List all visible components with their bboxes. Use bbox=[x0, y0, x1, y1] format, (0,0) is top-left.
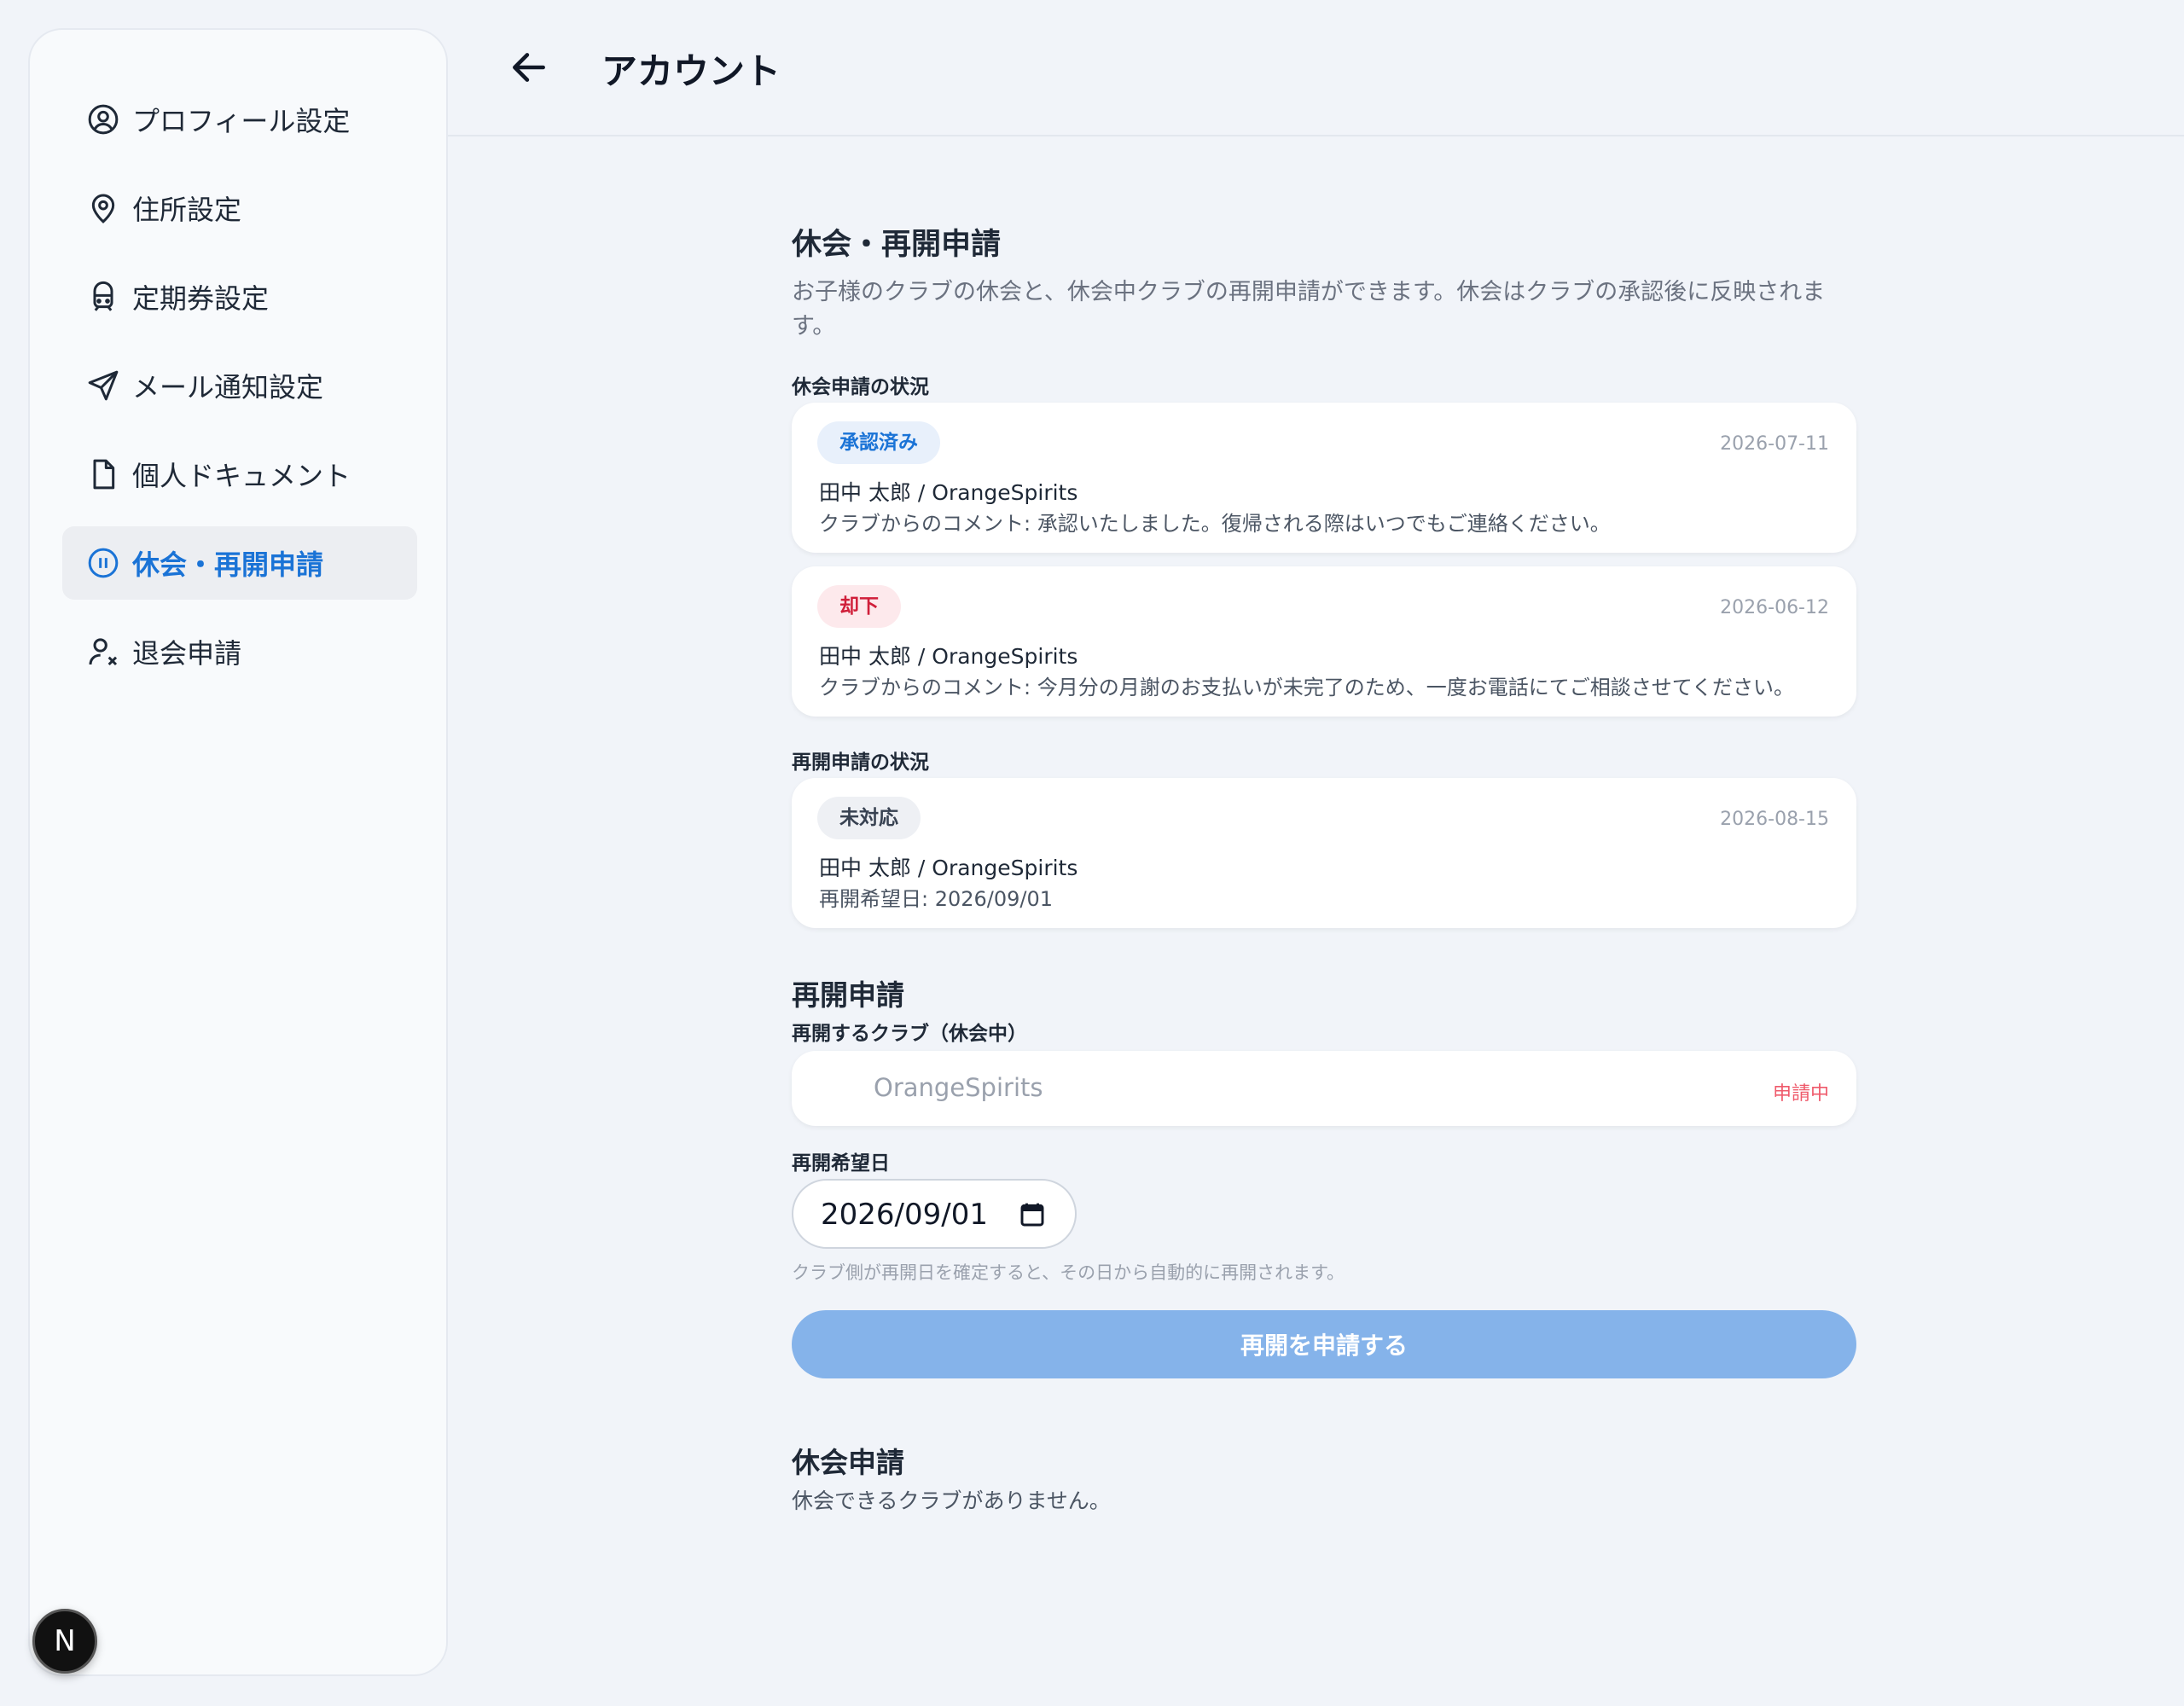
status-badge: 却下 bbox=[817, 585, 901, 628]
resume-date-hint: クラブ側が再開日を確定すると、その日から自動的に再開されます。 bbox=[792, 1262, 1345, 1283]
request-comment: クラブからのコメント: 今月分の月謝のお支払いが未完了のため、一度お電話にてご相… bbox=[819, 676, 1794, 699]
club-select-label: 再開するクラブ（休会中） bbox=[792, 1023, 1027, 1045]
sidebar-item-profile[interactable]: プロフィール設定 bbox=[62, 83, 417, 156]
status-badge: 承認済み bbox=[817, 421, 940, 464]
sidebar-nav: プロフィール設定 住所設定 定期券設定 メール通知設定 個人ドキュメント 休会・… bbox=[62, 83, 417, 704]
sidebar-item-address[interactable]: 住所設定 bbox=[62, 171, 417, 245]
send-icon bbox=[86, 368, 120, 403]
user-x-icon bbox=[86, 635, 120, 669]
calendar-icon[interactable] bbox=[1019, 1201, 1046, 1228]
request-comment: クラブからのコメント: 承認いたしました。復帰される際はいつでもご連絡ください。 bbox=[819, 512, 1611, 536]
sidebar-item-label: 定期券設定 bbox=[132, 282, 270, 315]
section-description: お子様のクラブの休会と、休会中クラブの再開申請ができます。休会はクラブの承認後に… bbox=[792, 279, 1826, 339]
suspension-request-card: 却下 2026-06-12 田中 太郎 / OrangeSpirits クラブか… bbox=[792, 566, 1856, 717]
user-circle-icon bbox=[86, 102, 120, 136]
sidebar-item-label: 退会申請 bbox=[132, 637, 242, 670]
pause-circle-icon bbox=[86, 546, 120, 580]
suspension-request-card: 承認済み 2026-07-11 田中 太郎 / OrangeSpirits クラ… bbox=[792, 403, 1856, 553]
sidebar-item-label: メール通知設定 bbox=[132, 371, 324, 403]
train-icon bbox=[86, 280, 120, 314]
arrow-left-icon[interactable] bbox=[508, 46, 550, 89]
resume-request-card: 未対応 2026-08-15 田中 太郎 / OrangeSpirits 再開希… bbox=[792, 778, 1856, 928]
request-member: 田中 太郎 / OrangeSpirits bbox=[819, 644, 1078, 669]
sidebar: プロフィール設定 住所設定 定期券設定 メール通知設定 個人ドキュメント 休会・… bbox=[28, 28, 448, 1676]
request-member: 田中 太郎 / OrangeSpirits bbox=[819, 856, 1078, 880]
sidebar-item-documents[interactable]: 個人ドキュメント bbox=[62, 438, 417, 511]
page-title: アカウント bbox=[601, 50, 781, 92]
header: アカウント bbox=[448, 0, 2184, 136]
resume-date-input[interactable]: 2026/09/01 bbox=[792, 1179, 1077, 1249]
resume-status-label: 再開申請の状況 bbox=[792, 751, 929, 774]
sidebar-item-commuter-pass[interactable]: 定期券設定 bbox=[62, 260, 417, 334]
dev-tools-badge[interactable]: N bbox=[32, 1609, 97, 1674]
resume-date-value: 2026/09/01 bbox=[821, 1198, 988, 1232]
request-date: 2026-08-15 bbox=[1720, 809, 1829, 830]
club-select[interactable]: OrangeSpirits 申請中 bbox=[792, 1051, 1856, 1126]
resume-date-label: 再開希望日 bbox=[792, 1152, 890, 1175]
suspend-form-title: 休会申請 bbox=[792, 1446, 904, 1479]
sidebar-item-label: 個人ドキュメント bbox=[132, 460, 351, 492]
sidebar-item-label: 住所設定 bbox=[132, 194, 242, 226]
suspension-status-label: 休会申請の状況 bbox=[792, 376, 929, 398]
request-resume-date: 再開希望日: 2026/09/01 bbox=[819, 887, 1054, 911]
resume-form-title: 再開申請 bbox=[792, 978, 904, 1012]
request-date: 2026-06-12 bbox=[1720, 597, 1829, 618]
status-badge: 未対応 bbox=[817, 797, 921, 839]
club-select-value: OrangeSpirits bbox=[874, 1073, 1043, 1102]
sidebar-item-withdrawal[interactable]: 退会申請 bbox=[62, 615, 417, 688]
submit-resume-button[interactable]: 再開を申請する bbox=[792, 1310, 1856, 1378]
sidebar-item-label: 休会・再開申請 bbox=[132, 548, 324, 581]
map-pin-icon bbox=[86, 191, 120, 225]
club-status-text: 申請中 bbox=[1772, 1083, 1829, 1105]
section-title: 休会・再開申請 お子様のクラブの休会と、休会中クラブの再開申請ができます。休会は… bbox=[792, 220, 1850, 344]
sidebar-item-suspension[interactable]: 休会・再開申請 bbox=[62, 526, 417, 600]
sidebar-item-label: プロフィール設定 bbox=[132, 105, 351, 137]
document-icon bbox=[86, 457, 120, 491]
sidebar-item-email-notifications[interactable]: メール通知設定 bbox=[62, 349, 417, 422]
suspend-empty-text: 休会できるクラブがありません。 bbox=[792, 1488, 1111, 1513]
request-member: 田中 太郎 / OrangeSpirits bbox=[819, 480, 1078, 505]
request-date: 2026-07-11 bbox=[1720, 433, 1829, 455]
